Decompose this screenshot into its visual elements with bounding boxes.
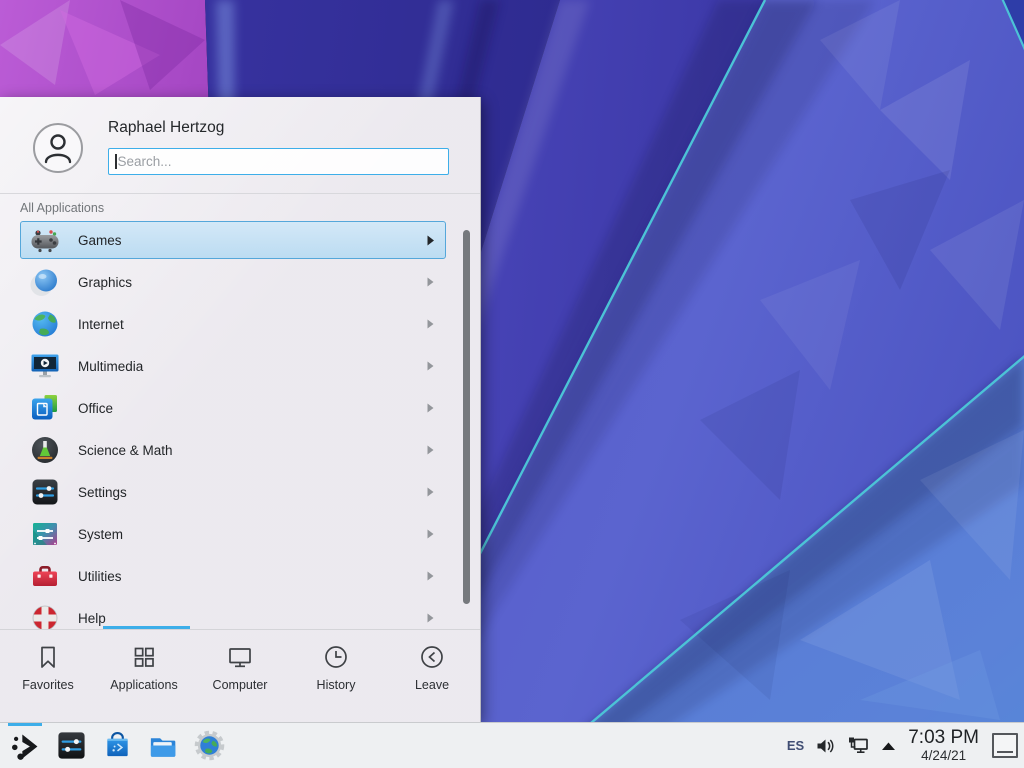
system-sliders-icon [29,518,61,550]
launcher-header: Raphael Hertzog [0,97,480,194]
network-icon[interactable] [847,735,869,756]
volume-icon[interactable] [815,736,836,756]
category-label: Help [78,611,427,626]
leave-icon [418,643,446,671]
application-launcher-menu: Raphael Hertzog All Applications [0,97,481,722]
tab-label: Leave [415,678,449,692]
category-row-internet[interactable]: Internet [0,303,460,345]
category-label: Multimedia [78,359,427,374]
discover-launcher[interactable] [101,730,133,762]
gamepad-icon [29,224,61,256]
category-label: Settings [78,485,427,500]
submenu-arrow-icon [427,487,435,498]
tab-leave[interactable]: Leave [384,630,480,722]
show-desktop-button[interactable] [992,733,1018,758]
user-icon [36,126,80,170]
clock-time: 7:03 PM [908,728,979,747]
sphere-icon [29,266,61,298]
category-label: Games [78,233,427,248]
lifebuoy-icon [29,602,61,630]
category-label: Graphics [78,275,427,290]
search-input[interactable] [118,154,443,169]
clock-icon [322,643,350,671]
globe-gear-icon [194,730,225,761]
tab-label: History [317,678,356,692]
tab-computer[interactable]: Computer [192,630,288,722]
app-launcher-button[interactable] [9,730,41,762]
category-row-multimedia[interactable]: Multimedia [0,345,460,387]
submenu-arrow-icon [427,613,435,624]
sliders-icon [29,476,61,508]
launcher-tab-bar: Favorites Applications C [0,629,480,722]
section-label: All Applications [20,201,104,215]
user-name: Raphael Hertzog [108,119,224,137]
system-settings-launcher[interactable] [55,730,87,762]
category-row-science-math[interactable]: Science & Math [0,429,460,471]
globe-icon [29,308,61,340]
active-task-indicator [8,723,42,726]
submenu-arrow-icon [427,571,435,582]
tab-applications[interactable]: Applications [96,630,192,722]
bookmark-icon [34,643,62,671]
tab-label: Computer [213,678,268,692]
category-row-games[interactable]: Games [0,219,460,261]
category-label: Internet [78,317,427,332]
flask-icon [29,434,61,466]
app-launcher-icon [9,730,41,762]
grid-icon [130,643,158,671]
monitor-play-icon [29,350,61,382]
submenu-arrow-icon [427,319,435,330]
monitor-icon [226,643,254,671]
tab-history[interactable]: History [288,630,384,722]
category-label: Utilities [78,569,427,584]
category-row-settings[interactable]: Settings [0,471,460,513]
discover-bag-icon [102,730,133,761]
category-label: System [78,527,427,542]
search-field[interactable] [108,148,449,175]
category-row-graphics[interactable]: Graphics [0,261,460,303]
tab-label: Favorites [22,678,73,692]
category-row-system[interactable]: System [0,513,460,555]
file-manager-launcher[interactable] [147,730,179,762]
settings-sliders-icon [56,730,87,761]
tab-favorites[interactable]: Favorites [0,630,96,722]
system-tray: ES [787,728,1024,763]
taskbar-launchers [0,730,225,762]
application-category-list: Games [0,219,460,630]
submenu-arrow-icon [427,445,435,456]
category-row-utilities[interactable]: Utilities [0,555,460,597]
keyboard-layout-indicator[interactable]: ES [787,738,804,753]
submenu-arrow-icon [427,529,435,540]
documents-icon [29,392,61,424]
digital-clock[interactable]: 7:03 PM 4/24/21 [908,728,979,763]
submenu-arrow-icon [427,361,435,372]
category-label: Science & Math [78,443,427,458]
taskbar-panel: ES [0,722,1024,768]
expand-tray-arrow-icon[interactable] [880,740,897,752]
category-row-help[interactable]: Help [0,597,460,630]
browser-launcher[interactable] [193,730,225,762]
text-caret [115,154,117,169]
desktop-screen: Raphael Hertzog All Applications [0,0,1024,768]
submenu-arrow-icon [427,235,435,246]
category-row-office[interactable]: Office [0,387,460,429]
category-label: Office [78,401,427,416]
file-manager-folder-icon [147,730,179,762]
toolbox-icon [29,560,61,592]
submenu-arrow-icon [427,403,435,414]
submenu-arrow-icon [427,277,435,288]
list-scrollbar[interactable] [463,230,470,604]
tab-label: Applications [110,678,177,692]
user-avatar[interactable] [33,123,83,173]
clock-date: 4/24/21 [921,749,966,763]
